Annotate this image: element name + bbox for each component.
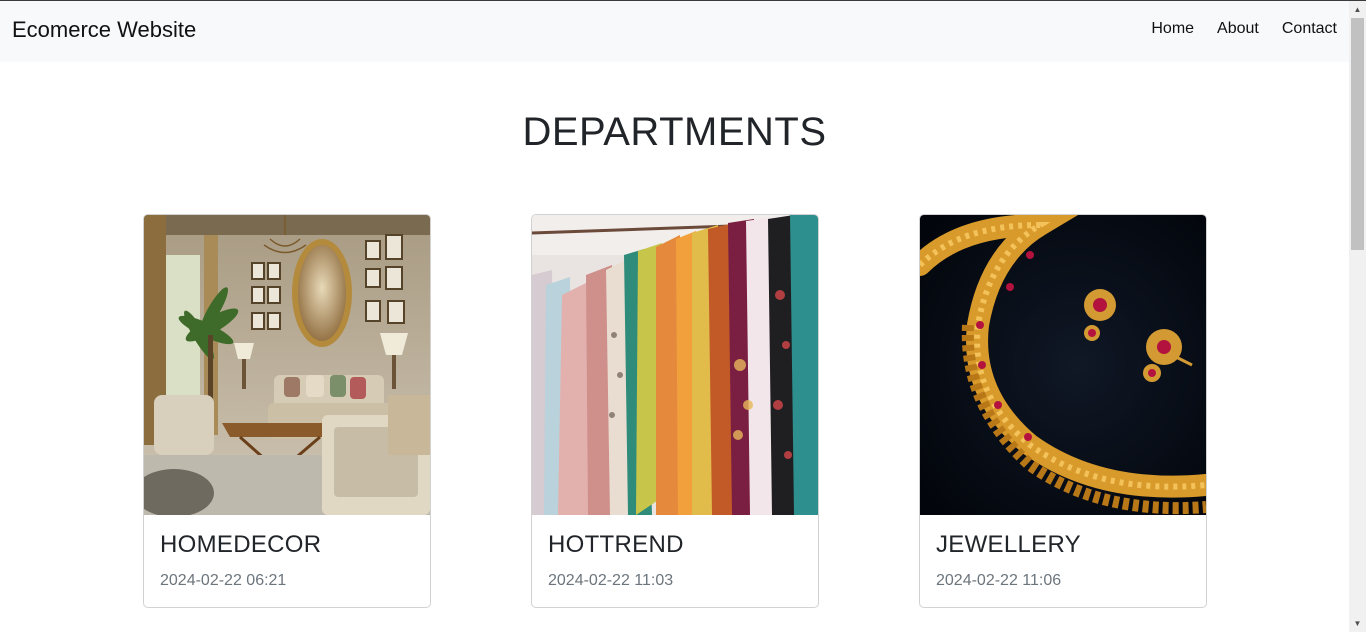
- card-date: 2024-02-22 11:06: [936, 571, 1062, 589]
- card-date: 2024-02-22 06:21: [160, 571, 287, 589]
- card-date: 2024-02-22 11:03: [548, 571, 674, 589]
- page-title: DEPARTMENTS: [522, 110, 827, 154]
- nav-link-about[interactable]: About: [1217, 20, 1259, 38]
- navbar: Ecomerce Website Home About Contact: [0, 1, 1349, 62]
- scroll-up-arrow-icon[interactable]: ▲: [1349, 1, 1366, 18]
- scroll-down-arrow-icon[interactable]: ▼: [1349, 615, 1366, 632]
- homedecor-image: [144, 215, 430, 515]
- jewellery-image: [920, 215, 1206, 515]
- nav-link-contact[interactable]: Contact: [1282, 20, 1337, 38]
- vertical-scrollbar[interactable]: ▲ ▼: [1349, 1, 1366, 632]
- card-body: HOTTREND 2024-02-22 11:03: [532, 515, 818, 606]
- navbar-brand[interactable]: Ecomerce Website: [12, 17, 196, 43]
- card-title[interactable]: HOMEDECOR: [160, 531, 414, 560]
- scrollbar-thumb[interactable]: [1351, 18, 1364, 250]
- card-body: HOMEDECOR 2024-02-22 06:21: [144, 515, 430, 606]
- department-card-homedecor[interactable]: HOMEDECOR 2024-02-22 06:21: [143, 214, 431, 608]
- nav-link-home[interactable]: Home: [1151, 20, 1194, 38]
- department-card-jewellery[interactable]: JEWELLERY 2024-02-22 11:06: [919, 214, 1207, 608]
- department-card-hottrend[interactable]: HOTTREND 2024-02-22 11:03: [531, 214, 819, 608]
- nav-links: Home About Contact: [1151, 20, 1337, 38]
- card-body: JEWELLERY 2024-02-22 11:06: [920, 515, 1206, 606]
- hottrend-image: [532, 215, 818, 515]
- card-title[interactable]: HOTTREND: [548, 531, 802, 560]
- card-title[interactable]: JEWELLERY: [936, 531, 1190, 560]
